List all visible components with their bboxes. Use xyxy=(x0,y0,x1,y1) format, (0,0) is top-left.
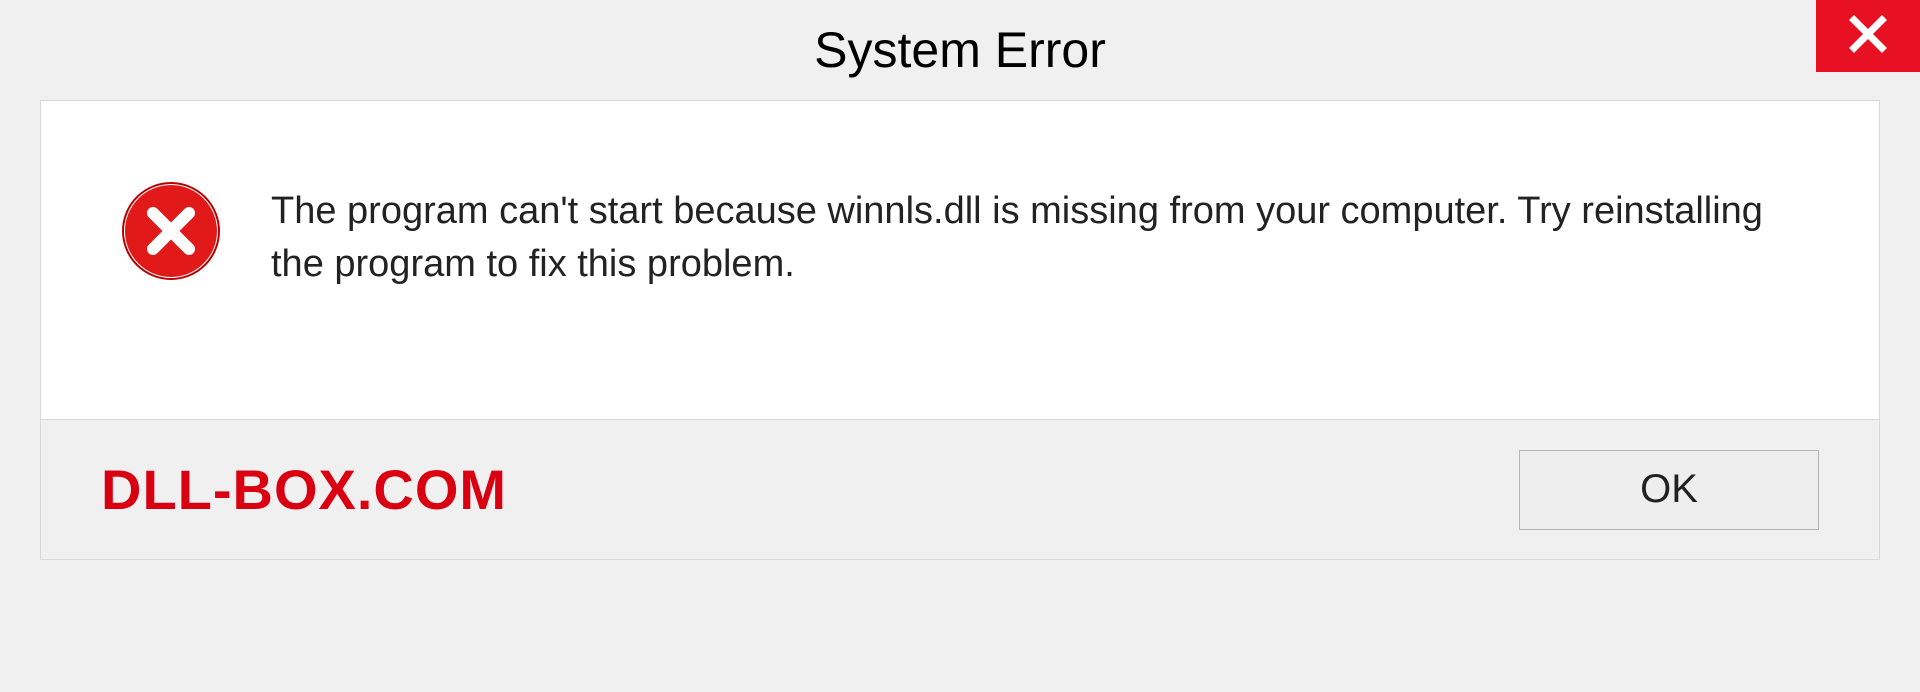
error-message: The program can't start because winnls.d… xyxy=(271,181,1819,291)
watermark-text: DLL-BOX.COM xyxy=(101,457,507,522)
error-icon xyxy=(121,181,221,286)
ok-button[interactable]: OK xyxy=(1519,450,1819,530)
dialog-body: The program can't start because winnls.d… xyxy=(40,100,1880,560)
ok-button-label: OK xyxy=(1640,467,1698,512)
dialog-footer: DLL-BOX.COM OK xyxy=(41,419,1879,559)
dialog-title: System Error xyxy=(814,21,1106,79)
close-button[interactable] xyxy=(1816,0,1920,72)
close-icon xyxy=(1848,14,1888,59)
titlebar: System Error xyxy=(0,0,1920,100)
message-row: The program can't start because winnls.d… xyxy=(41,101,1879,331)
